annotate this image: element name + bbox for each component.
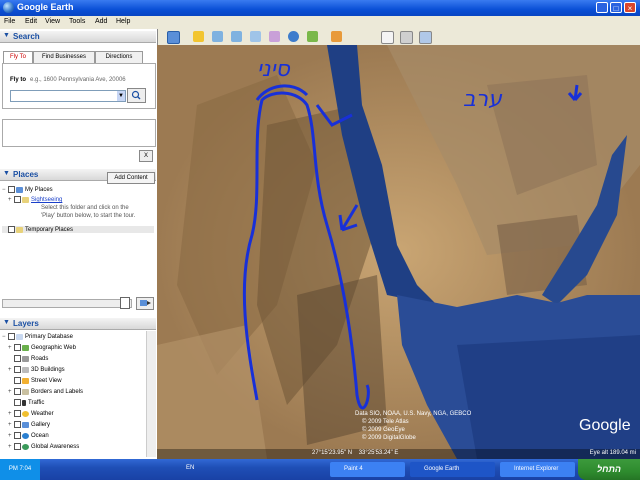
geographic-web-icon <box>22 344 29 351</box>
sun-icon[interactable] <box>288 31 299 42</box>
polygon-icon[interactable] <box>212 31 223 42</box>
satellite-imagery[interactable] <box>157 45 640 459</box>
folder-icon <box>22 196 29 203</box>
layer-row[interactable]: + Geographic Web <box>8 344 76 351</box>
eye-altitude: Eye alt 189.04 mi <box>589 450 636 456</box>
borders-icon <box>22 388 29 395</box>
fly-to-label: Fly to <box>10 77 26 83</box>
taskbar-paint[interactable]: Paint 4 <box>330 462 405 477</box>
layer-row[interactable]: − Primary Database <box>2 333 73 340</box>
google-logo: Google <box>579 417 631 434</box>
layers-scrollbar[interactable] <box>146 331 156 457</box>
menu-edit[interactable]: Edit <box>25 18 37 25</box>
maps-icon[interactable] <box>419 31 432 44</box>
menu-bar: File Edit View Tools Add Help <box>0 16 640 29</box>
menu-file[interactable]: File <box>4 18 15 25</box>
fly-to-input[interactable]: ▼ <box>10 90 126 102</box>
roads-icon <box>22 355 29 362</box>
ocean-icon <box>22 432 29 439</box>
layer-row[interactable]: + Borders and Labels <box>8 388 83 395</box>
street-view-icon <box>22 377 29 384</box>
database-icon <box>16 333 23 340</box>
record-tour-icon[interactable] <box>269 31 280 42</box>
layer-row[interactable]: + Gallery <box>8 421 50 428</box>
menu-add[interactable]: Add <box>95 18 107 25</box>
view-tour-button[interactable] <box>136 297 154 310</box>
folder-icon <box>16 226 23 233</box>
historical-imagery-icon[interactable] <box>307 31 318 42</box>
play-tour-icon <box>140 300 151 306</box>
taskbar-internet-explorer[interactable]: Internet Explorer <box>500 462 575 477</box>
sky-icon[interactable] <box>331 31 342 42</box>
menu-view[interactable]: View <box>45 18 60 25</box>
status-bar: 27°15'23.95" N 33°25'53.24" E Eye alt 18… <box>157 449 640 459</box>
weather-icon <box>22 410 29 417</box>
layer-row[interactable]: +3D Buildings <box>8 366 65 373</box>
collapse-arrow-icon: ▼ <box>3 170 10 177</box>
menu-tools[interactable]: Tools <box>69 18 85 25</box>
add-content-button[interactable]: Add Content <box>107 172 155 184</box>
left-panel: ▼ Search Fly To Find Businesses Directio… <box>0 29 158 459</box>
sightseeing-note-2: 'Play' button below, to start the tour. <box>41 213 136 219</box>
window-title: Google Earth <box>17 2 74 12</box>
google-earth-icon <box>3 2 14 13</box>
sightseeing-note: Select this folder and click on the <box>41 205 129 211</box>
image-overlay-icon[interactable] <box>250 31 261 42</box>
collapse-arrow-icon: ▼ <box>3 319 10 326</box>
tab-find-businesses[interactable]: Find Businesses <box>33 51 95 63</box>
layer-row[interactable]: + Weather <box>8 410 54 417</box>
global-awareness-icon <box>22 443 29 450</box>
attribution: © 2009 GeoEye <box>362 427 405 433</box>
clear-results-button[interactable]: X <box>139 150 153 162</box>
search-icon <box>131 90 141 100</box>
sidebar-toggle-icon[interactable] <box>167 31 180 44</box>
fly-to-hint: e.g., 1600 Pennsylvania Ave, 20006 <box>30 77 126 83</box>
close-button[interactable]: × <box>624 2 636 13</box>
path-icon[interactable] <box>231 31 242 42</box>
search-header[interactable]: ▼ Search <box>0 31 156 43</box>
dropdown-arrow-icon[interactable]: ▼ <box>117 91 125 101</box>
search-results <box>2 119 156 147</box>
menu-help[interactable]: Help <box>116 18 130 25</box>
layer-row[interactable]: Street View <box>8 377 62 384</box>
tour-slider[interactable] <box>2 299 132 308</box>
attribution: © 2009 DigitalGlobe <box>362 435 416 441</box>
minimize-button[interactable]: _ <box>596 2 608 13</box>
tour-slider-handle[interactable] <box>120 297 130 309</box>
toolbar <box>157 29 640 46</box>
map-view[interactable]: סיני ערב Data SIO, NOAA, U.S. Navy, NGA,… <box>157 45 640 459</box>
buildings-icon <box>22 366 29 373</box>
attribution: Data SIO, NOAA, U.S. Navy, NGA, GEBCO <box>355 411 472 417</box>
taskbar: PM 7:04 EN Paint 4 Google Earth Internet… <box>0 459 640 480</box>
layer-row[interactable]: + Ocean <box>8 432 49 439</box>
annotation-left: סיני <box>257 57 290 82</box>
placemark-icon[interactable] <box>193 31 204 42</box>
annotation-right: ערב <box>463 87 502 112</box>
collapse-arrow-icon: ▼ <box>3 32 10 39</box>
sightseeing-row[interactable]: + Sightseeing <box>8 196 62 203</box>
tab-fly-to[interactable]: Fly To <box>3 51 33 63</box>
system-tray-clock[interactable]: PM 7:04 <box>0 459 40 480</box>
layer-row[interactable]: + Global Awareness <box>8 443 79 450</box>
title-bar: Google Earth _ □ × <box>0 0 640 16</box>
search-button[interactable] <box>127 88 146 103</box>
traffic-icon <box>22 399 26 406</box>
globe-icon <box>16 186 23 193</box>
layer-row[interactable]: Roads <box>8 355 48 362</box>
tab-directions[interactable]: Directions <box>95 51 143 63</box>
temporary-places-row[interactable]: Temporary Places <box>2 226 154 234</box>
layer-row[interactable]: Traffic <box>8 399 44 406</box>
taskbar-google-earth[interactable]: Google Earth <box>410 462 495 477</box>
email-icon[interactable] <box>381 31 394 44</box>
layers-header[interactable]: ▼ Layers <box>0 318 156 330</box>
coordinates-readout: 27°15'23.95" N 33°25'53.24" E <box>312 450 399 456</box>
attribution: © 2009 Tele Atlas <box>362 419 409 425</box>
print-icon[interactable] <box>400 31 413 44</box>
my-places-row[interactable]: − My Places <box>2 186 53 193</box>
start-button[interactable]: התחל <box>578 459 640 480</box>
gallery-icon <box>22 421 29 428</box>
maximize-button[interactable]: □ <box>610 2 622 13</box>
language-indicator[interactable]: EN <box>186 465 194 471</box>
fly-to-pane: Fly to e.g., 1600 Pennsylvania Ave, 2000… <box>2 63 156 109</box>
